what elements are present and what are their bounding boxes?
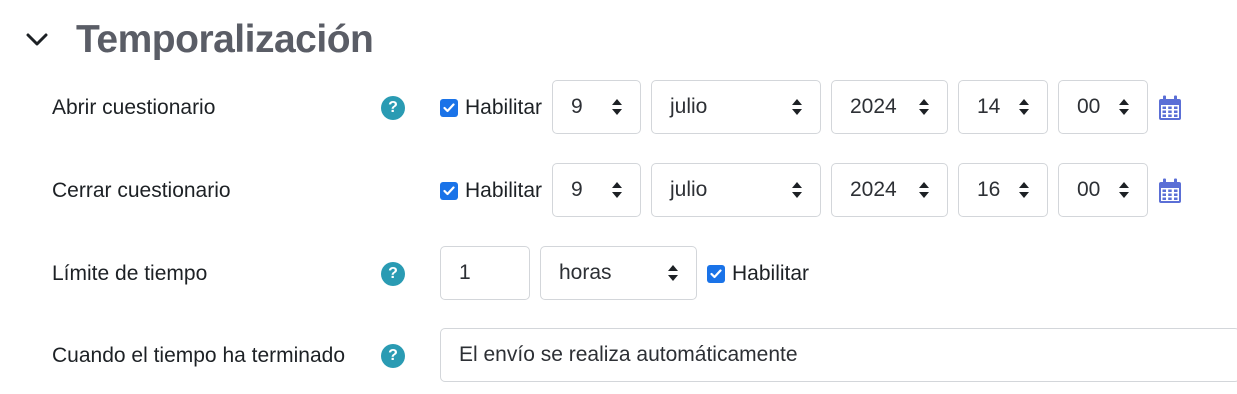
open-quiz-enable-label: Habilitar <box>465 96 543 119</box>
help-icon[interactable]: ? <box>381 96 405 120</box>
select-value: julio <box>670 95 708 118</box>
open-quiz-enable-checkbox[interactable] <box>440 99 458 117</box>
select-value: 2024 <box>850 178 897 201</box>
time-limit-enable-label: Habilitar <box>732 262 810 285</box>
sort-arrows-icon <box>1019 99 1029 115</box>
sort-arrows-icon <box>792 182 802 198</box>
select-value: 9 <box>571 178 583 201</box>
select-value: 16 <box>977 178 1001 201</box>
time-limit-input[interactable]: 1 <box>440 246 530 300</box>
checkmark-icon <box>710 269 722 279</box>
time-limit-enable: Habilitar <box>707 246 809 302</box>
sort-arrows-icon <box>919 99 929 115</box>
close-quiz-year-select[interactable]: 2024 <box>831 163 948 217</box>
select-value: 00 <box>1077 95 1101 118</box>
select-value: 14 <box>977 95 1001 118</box>
open-quiz-month-select[interactable]: julio <box>651 80 821 134</box>
select-value: 00 <box>1077 178 1101 201</box>
close-quiz-day-select[interactable]: 9 <box>552 163 641 217</box>
close-quiz-month-select[interactable]: julio <box>651 163 821 217</box>
close-quiz-enable-checkbox[interactable] <box>440 182 458 200</box>
select-value: horas <box>559 261 612 284</box>
help-icon[interactable]: ? <box>381 262 405 286</box>
timing-section: Temporalización Abrir cuestionario ? Hab… <box>0 0 1237 394</box>
sort-arrows-icon <box>792 99 802 115</box>
open-quiz-minute-select[interactable]: 00 <box>1058 80 1148 134</box>
open-quiz-hour-select[interactable]: 14 <box>958 80 1048 134</box>
calendar-icon[interactable] <box>1158 178 1182 204</box>
close-quiz-enable: Habilitar <box>440 163 542 219</box>
section-title: Temporalización <box>76 18 374 61</box>
time-limit-row: Límite de tiempo ? 1 horas Habilitar <box>0 246 1237 302</box>
sort-arrows-icon <box>919 182 929 198</box>
open-quiz-year-select[interactable]: 2024 <box>831 80 948 134</box>
time-limit-enable-checkbox[interactable] <box>707 265 725 283</box>
checkmark-icon <box>443 186 455 196</box>
open-quiz-row: Abrir cuestionario ? Habilitar 9 julio 2… <box>0 80 1237 136</box>
close-quiz-row: Cerrar cuestionario Habilitar 9 julio 20… <box>0 163 1237 219</box>
sort-arrows-icon <box>1119 182 1129 198</box>
when-time-expires-row: Cuando el tiempo ha terminado ? El envío… <box>0 328 1237 384</box>
sort-arrows-icon <box>1019 182 1029 198</box>
sort-arrows-icon <box>612 99 622 115</box>
sort-arrows-icon <box>1119 99 1129 115</box>
section-header: Temporalización <box>24 14 374 66</box>
close-quiz-label: Cerrar cuestionario <box>52 179 231 202</box>
select-value: El envío se realiza automáticamente <box>459 343 798 366</box>
chevron-down-icon[interactable] <box>24 27 50 53</box>
time-limit-unit-select[interactable]: horas <box>540 246 697 300</box>
sort-arrows-icon <box>668 265 678 281</box>
when-time-expires-label: Cuando el tiempo ha terminado <box>52 344 346 367</box>
close-quiz-minute-select[interactable]: 00 <box>1058 163 1148 217</box>
open-quiz-day-select[interactable]: 9 <box>552 80 641 134</box>
open-quiz-enable: Habilitar <box>440 80 542 136</box>
select-value: 2024 <box>850 95 897 118</box>
calendar-icon[interactable] <box>1158 95 1182 121</box>
checkmark-icon <box>443 103 455 113</box>
time-limit-label: Límite de tiempo <box>52 262 208 285</box>
when-time-expires-select[interactable]: El envío se realiza automáticamente <box>440 328 1237 382</box>
close-quiz-enable-label: Habilitar <box>465 179 543 202</box>
sort-arrows-icon <box>612 182 622 198</box>
time-limit-value: 1 <box>459 261 471 284</box>
close-quiz-hour-select[interactable]: 16 <box>958 163 1048 217</box>
select-value: julio <box>670 178 708 201</box>
help-icon[interactable]: ? <box>381 344 405 368</box>
open-quiz-label: Abrir cuestionario <box>52 96 216 119</box>
select-value: 9 <box>571 95 583 118</box>
